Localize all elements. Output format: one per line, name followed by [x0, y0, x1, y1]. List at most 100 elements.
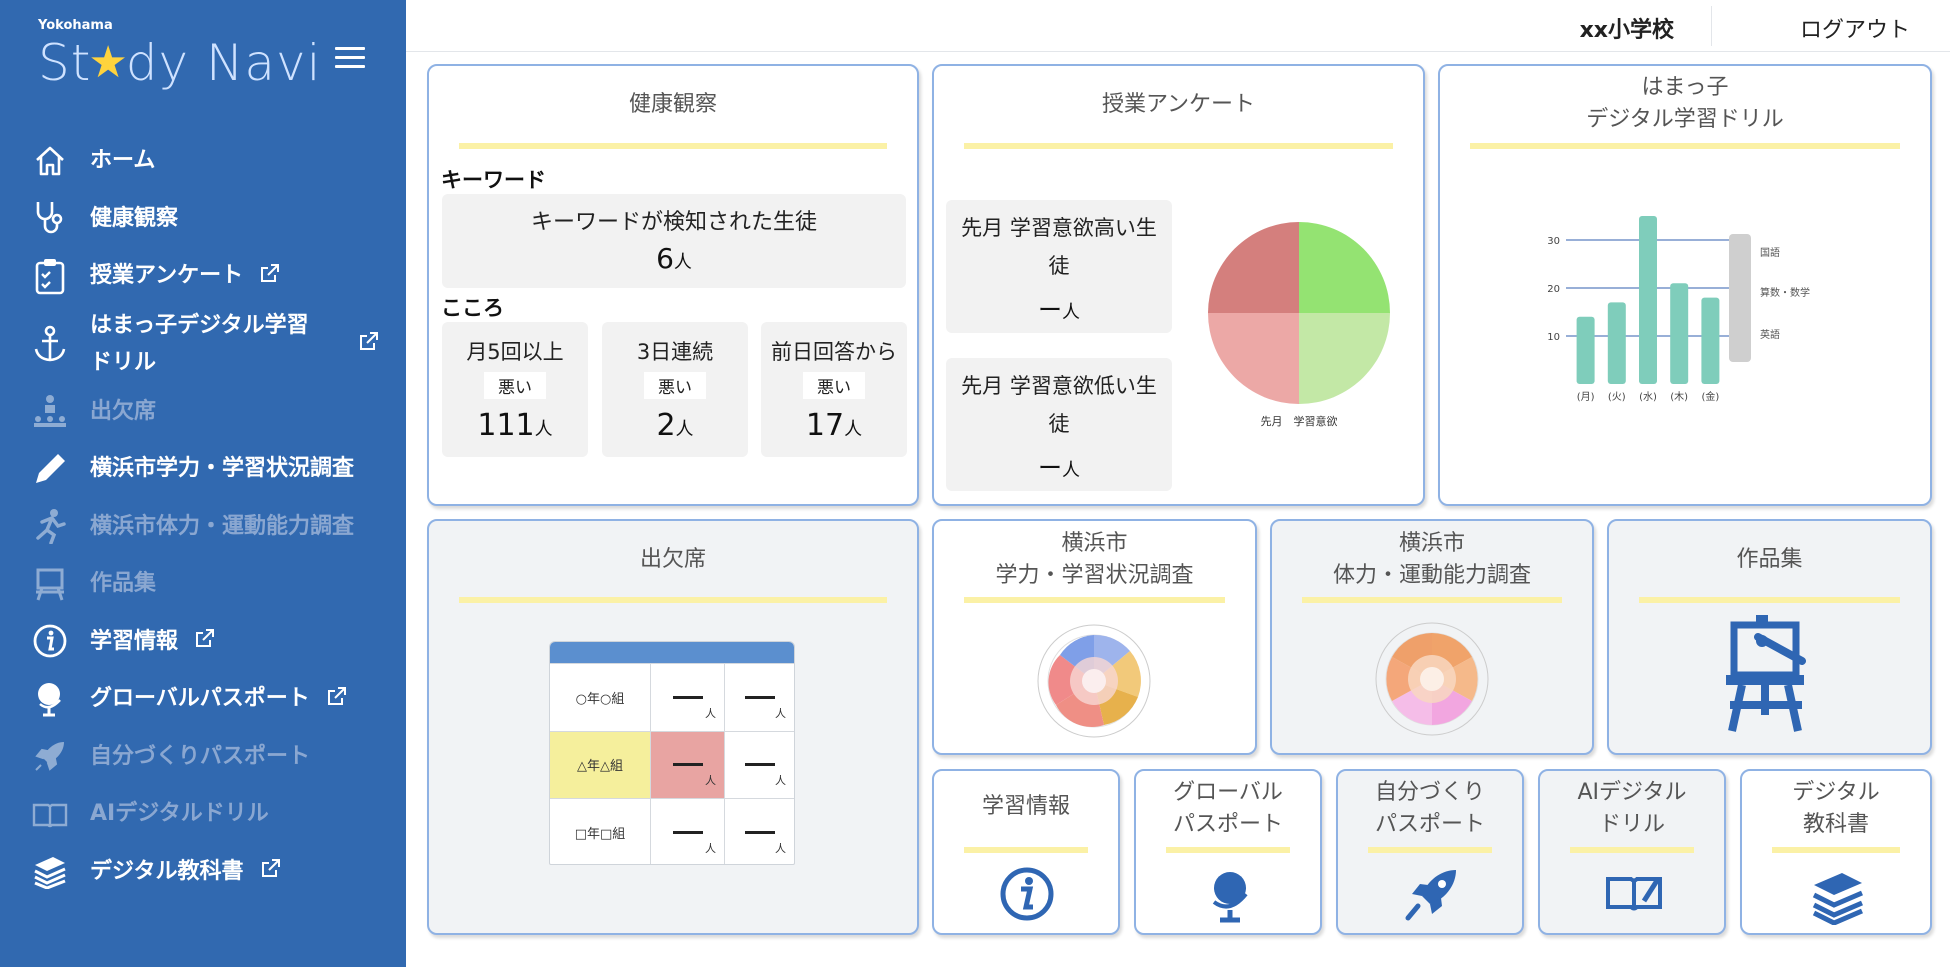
clipboard-icon [30, 256, 70, 296]
pie-slice-q2 [1299, 313, 1390, 404]
keyword-box[interactable]: キーワードが検知された生徒 6人 [442, 194, 906, 288]
sidebar-item-survey[interactable]: 授業アンケート [30, 247, 380, 305]
y-tick-label: 10 [1547, 332, 1560, 343]
count-unit: 人 [775, 774, 786, 787]
ai-drill-card[interactable]: AIデジタル ドリル [1538, 769, 1726, 935]
sidebar-item-sakuhin[interactable]: 作品集 [30, 555, 380, 613]
table-row[interactable]: △年△組 人 人 [550, 730, 794, 798]
title-underline [1570, 847, 1694, 853]
gakuryoku-card[interactable]: 横浜市 学力・学習状況調査 [932, 519, 1257, 755]
x-tick-label: (金) [1701, 390, 1719, 403]
card-title-line2: ドリル [1598, 812, 1665, 837]
title-underline [1368, 847, 1492, 853]
title-underline [1470, 143, 1900, 149]
kokoro-box[interactable]: 月5回以上 悪い 111人 [442, 322, 588, 457]
low-motivation-box[interactable]: 先月 学習意欲低い生 徒 ー人 [946, 358, 1172, 491]
sidebar-item-textbook[interactable]: デジタル教科書 [30, 843, 380, 901]
count-unit: 人 [705, 841, 716, 855]
health-card[interactable]: 健康観察 キーワード キーワードが検知された生徒 6人 こころ 月5回以上 悪い… [427, 64, 919, 506]
sidebar-item-label: 横浜市体力・運動能力調査 [90, 513, 355, 539]
card-title-line1: 横浜市 [1061, 531, 1128, 556]
legend-item: 算数・数学 [1760, 288, 1810, 299]
external-link-icon [326, 685, 348, 713]
brand-name-start: St [38, 34, 92, 92]
high-motivation-box[interactable]: 先月 学習意欲高い生 徒 ー人 [946, 200, 1172, 333]
sidebar-item-jibun[interactable]: 自分づくりパスポート [30, 728, 380, 786]
jibun-passport-card[interactable]: 自分づくり パスポート [1336, 769, 1524, 935]
table-header [550, 642, 794, 663]
kokoro-box[interactable]: 前日回答から 悪い 17人 [761, 322, 907, 457]
count-unit: 人 [705, 774, 716, 787]
sidebar-item-label: 健康観察 [90, 205, 179, 231]
dash-value [744, 763, 775, 767]
sidebar-item-tairyoku[interactable]: 横浜市体力・運動能力調査 [30, 498, 380, 556]
global-passport-card[interactable]: グローバル パスポート [1134, 769, 1322, 935]
class-label: □年□組 [574, 826, 626, 842]
count-unit: 人 [705, 706, 716, 720]
brand-logo[interactable]: Yokohama St ★ dy Navi [38, 18, 322, 93]
logout-button[interactable]: ログアウト [1800, 12, 1910, 44]
sidebar-item-gakuryoku[interactable]: 横浜市学力・学習状況調査 [30, 440, 380, 498]
dash-value [672, 695, 703, 699]
count-cell: 人 [650, 731, 724, 798]
count-value: ー [1038, 296, 1062, 324]
count-unit: 人 [1062, 460, 1080, 481]
count-cell: 人 [724, 664, 794, 731]
legend-swatch [1729, 234, 1751, 362]
sidebar-item-label: 作品集 [90, 571, 157, 597]
book-pen-icon [1606, 877, 1662, 911]
header-divider [1711, 6, 1712, 46]
pie-slice-q4 [1208, 222, 1299, 313]
count-value: 2 [656, 408, 676, 443]
card-title-line2: 教科書 [1802, 812, 1869, 837]
sidebar-item-label: 授業アンケート [90, 263, 244, 289]
y-tick-label: 20 [1547, 284, 1560, 295]
sidebar-item-ai-drill[interactable]: AIデジタルドリル [30, 785, 380, 843]
hamburger-menu-icon[interactable] [335, 47, 365, 69]
drill-card[interactable]: はまっ子 デジタル学習ドリル 10 20 30 (月) (火) (水) (木) (金) 国語 … [1438, 64, 1932, 506]
card-title: 出欠席 [639, 547, 706, 572]
info-icon [1000, 867, 1054, 921]
sidebar-item-attendance[interactable]: 出欠席 [30, 383, 380, 441]
bad-chip: 悪い [644, 372, 706, 399]
bar [1701, 297, 1720, 384]
easel-icon [30, 564, 70, 604]
table-row[interactable]: □年□組 人 人 [550, 798, 794, 864]
high-count: ー人 [946, 290, 1172, 325]
bar [1639, 216, 1657, 384]
keyword-text: キーワードが検知された生徒 [530, 210, 817, 235]
table-row[interactable]: ○年○組 人 人 [550, 663, 794, 731]
digital-textbook-card[interactable]: デジタル 教科書 [1740, 769, 1932, 935]
kokoro-box[interactable]: 3日連続 悪い 2人 [602, 322, 748, 457]
count-unit: 人 [775, 841, 786, 855]
card-title-line2: 学力・学習状況調査 [995, 563, 1194, 588]
sidebar-item-global[interactable]: グローバルパスポート [30, 670, 380, 728]
sidebar-item-health[interactable]: 健康観察 [30, 190, 380, 248]
title-underline [459, 597, 887, 603]
pie-caption: 先月 学習意欲 [1260, 415, 1338, 428]
stethoscope-icon [30, 198, 70, 238]
sidebar-item-home[interactable]: ホーム [30, 132, 380, 190]
count-cell: 人 [724, 731, 794, 798]
x-tick-label: (木) [1670, 391, 1688, 403]
card-title: 学習情報 [981, 794, 1070, 819]
home-icon [30, 141, 70, 181]
easel-icon [1726, 615, 1806, 732]
title-underline [964, 847, 1088, 853]
x-tick-label: (火) [1608, 391, 1626, 403]
sidebar-item-info[interactable]: 学習情報 [30, 613, 380, 671]
card-title-line1: 横浜市 [1398, 531, 1465, 556]
runner-icon [30, 506, 70, 546]
kokoro-count: 17人 [761, 408, 907, 443]
sakuhin-card[interactable]: 作品集 [1607, 519, 1932, 755]
sidebar: Yokohama St ★ dy Navi ホーム 健康観察 授業アンケート は… [0, 0, 406, 967]
info-card[interactable]: 学習情報 [932, 769, 1120, 935]
count-unit: 人 [534, 419, 553, 440]
globe-icon [30, 679, 70, 719]
survey-card[interactable]: 授業アンケート 先月 学習意欲高い生 徒 ー人 先月 学習意欲低い生 徒 ー人 … [932, 64, 1425, 506]
school-name: xx小学校 [1579, 18, 1674, 43]
globe-icon [1212, 872, 1248, 923]
card-title: 授業アンケート [1101, 92, 1256, 117]
tairyoku-card[interactable]: 横浜市 体力・運動能力調査 [1270, 519, 1594, 755]
sidebar-item-drill[interactable]: はまっ子デジタル学習ドリル [30, 305, 380, 383]
